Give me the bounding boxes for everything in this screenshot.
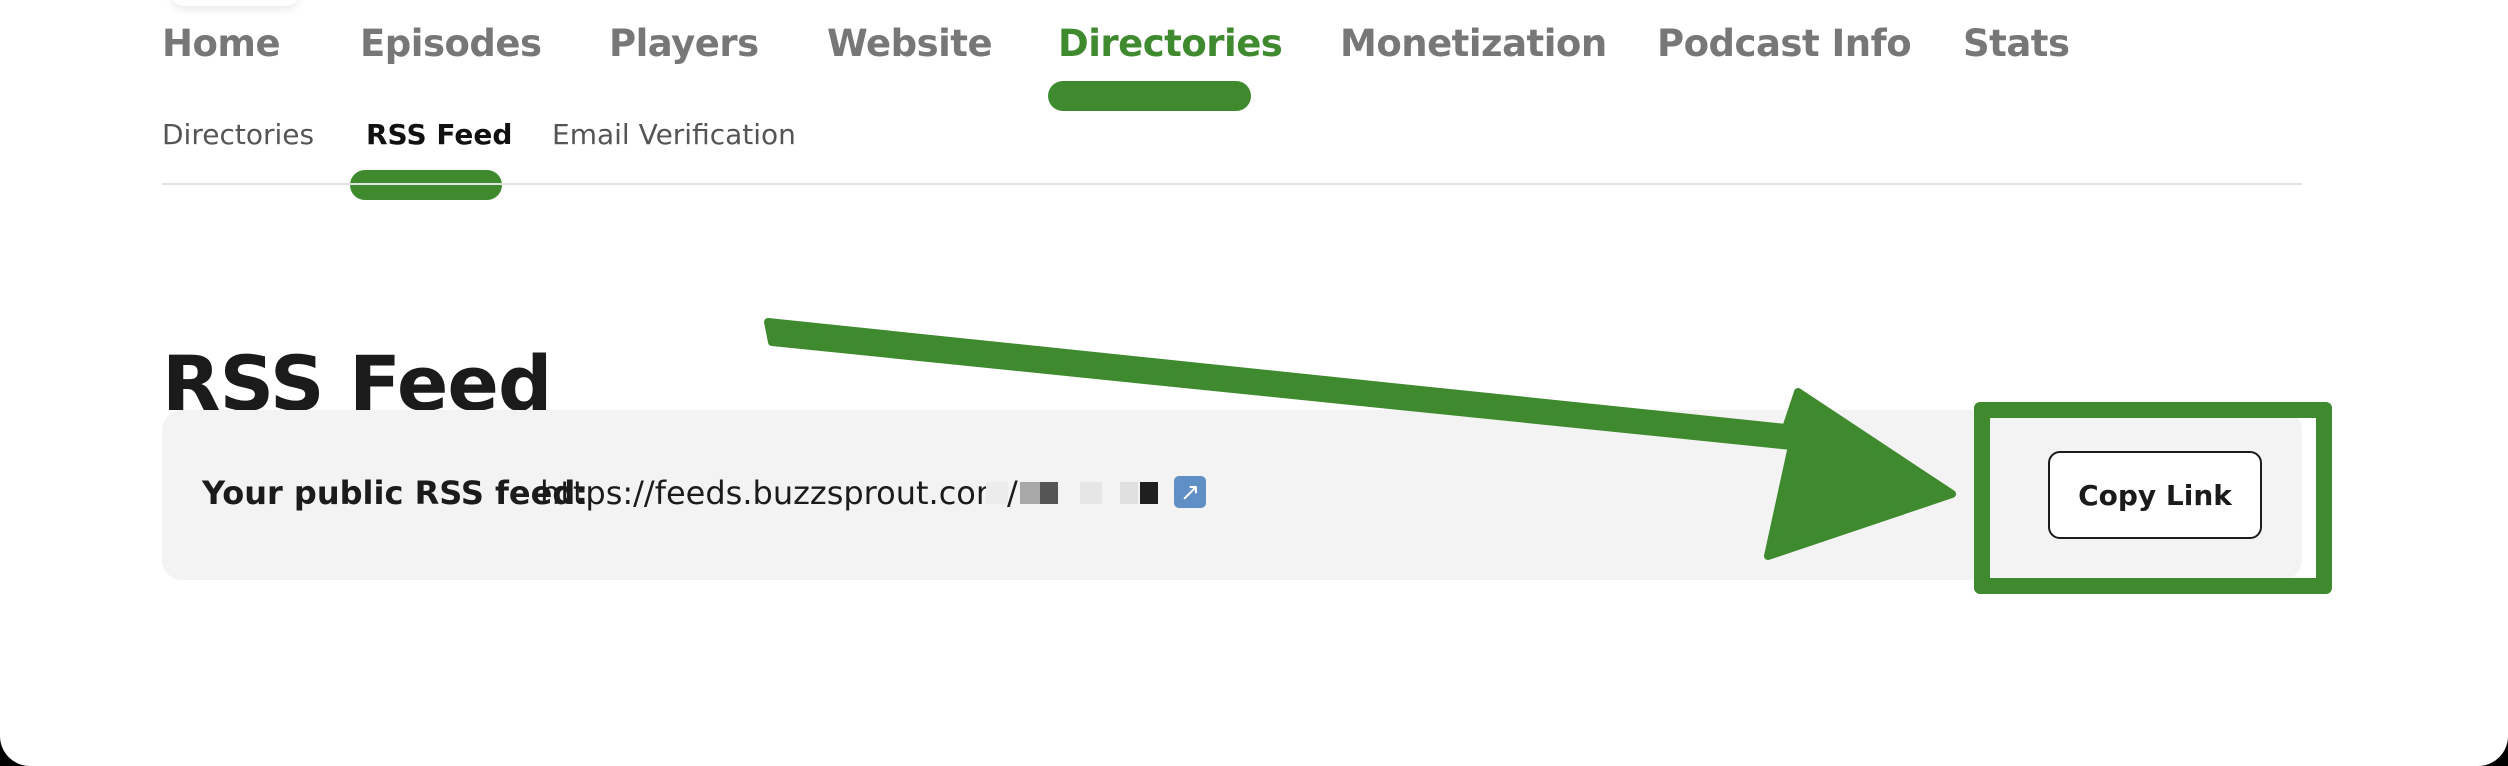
subnav-item-directories[interactable]: Directories [162,118,314,151]
nav-item-players[interactable]: Players [609,22,759,65]
nav-item-podcast-info[interactable]: Podcast Info [1657,22,1912,65]
subnav-item-email-verification[interactable]: Email Verification [552,118,796,151]
app-window: Home Episodes Players Website Directorie… [0,0,2508,766]
nav-divider [162,183,2302,185]
rss-feed-label: Your public RSS feed: [202,474,589,512]
active-subnav-underline [350,170,502,200]
nav-item-monetization[interactable]: Monetization [1340,22,1607,65]
nav-item-home[interactable]: Home [162,22,281,65]
subnav-item-rss-feed[interactable]: RSS Feed [366,118,512,151]
rss-feed-url[interactable]: https://feeds.buzzsprout.com/ [540,474,1018,512]
nav-item-website[interactable]: Website [827,22,993,65]
active-nav-underline [1048,81,1251,111]
nav-item-directories[interactable]: Directories [1058,22,1283,65]
top-tab-shadow [170,0,300,6]
external-link-icon[interactable]: ↗ [1174,476,1206,508]
copy-link-button[interactable]: Copy Link [2048,451,2262,539]
nav-item-stats[interactable]: Stats [1963,22,2070,65]
nav-item-episodes[interactable]: Episodes [360,22,542,65]
